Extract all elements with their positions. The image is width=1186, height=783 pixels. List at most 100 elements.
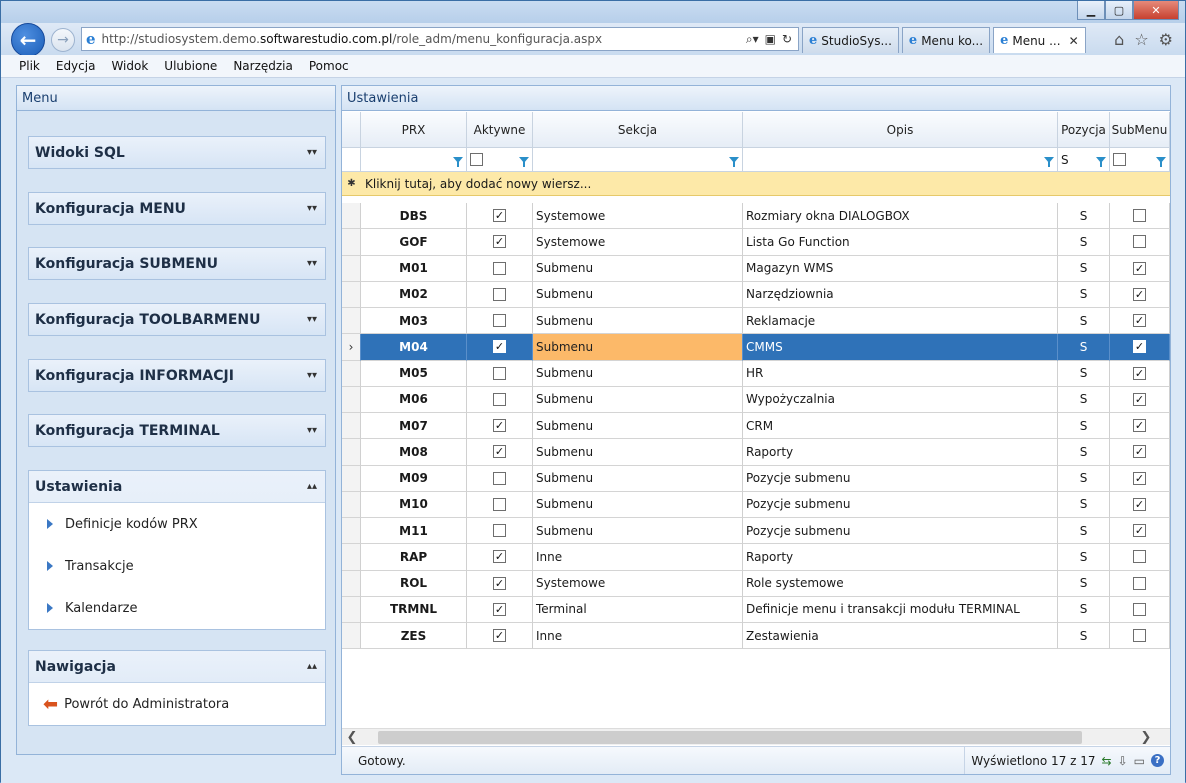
table-row[interactable]: M01 Submenu Magazyn WMS S ✓	[342, 255, 1170, 282]
cell-opis[interactable]: CRM	[743, 413, 1058, 440]
chevron-down-icon[interactable]: ▾▾	[307, 425, 317, 436]
cell-aktywne[interactable]: ✓	[467, 229, 533, 256]
compat-view-icon[interactable]: ▣	[765, 32, 776, 47]
chevron-down-icon[interactable]: ▾▾	[307, 147, 317, 158]
url-text[interactable]: http://studiosystem.demo.softwarestudio.…	[102, 32, 746, 46]
column-header-aktywne[interactable]: Aktywne	[467, 112, 533, 148]
submenu-checkbox[interactable]: ✓	[1133, 497, 1146, 511]
cell-aktywne[interactable]: ✓	[467, 544, 533, 571]
accordion-header[interactable]: Konfiguracja TOOLBARMENU ▾▾	[29, 304, 325, 335]
cell-pozycja[interactable]: S	[1058, 281, 1110, 308]
cell-opis[interactable]: Magazyn WMS	[743, 255, 1058, 282]
menu-item[interactable]: Narzędzia	[233, 59, 293, 73]
aktywne-checkbox[interactable]	[493, 497, 506, 511]
chevron-down-icon[interactable]: ▾▾	[307, 203, 317, 214]
submenu-checkbox[interactable]: ✓	[1133, 392, 1146, 406]
accordion-section[interactable]: Konfiguracja SUBMENU ▾▾	[28, 247, 326, 280]
cell-sekcja[interactable]: Systemowe	[533, 570, 743, 597]
cell-pozycja[interactable]: S	[1058, 439, 1110, 466]
submenu-checkbox[interactable]: ✓	[1133, 524, 1146, 538]
accordion-section[interactable]: Konfiguracja TERMINAL ▾▾	[28, 414, 326, 447]
home-icon[interactable]: ⌂	[1114, 30, 1124, 49]
cell-pozycja[interactable]: S	[1058, 255, 1110, 282]
table-row[interactable]: ZES ✓ Inne Zestawienia S	[342, 623, 1170, 650]
cell-opis[interactable]: HR	[743, 360, 1058, 387]
chevron-down-icon[interactable]: ▾▾	[307, 370, 317, 381]
cell-sekcja[interactable]: Submenu	[533, 518, 743, 545]
submenu-checkbox[interactable]: ✓	[1133, 340, 1146, 354]
cell-sekcja[interactable]: Submenu	[533, 308, 743, 335]
add-new-row[interactable]: ✱ Kliknij tutaj, aby dodać nowy wiersz...	[342, 172, 1170, 196]
submenu-checkbox[interactable]	[1133, 602, 1146, 616]
submenu-checkbox[interactable]: ✓	[1133, 314, 1146, 328]
scroll-right-icon[interactable]: ❯	[1136, 730, 1156, 745]
submenu-checkbox[interactable]: ✓	[1133, 287, 1146, 301]
cell-pozycja[interactable]: S	[1058, 596, 1110, 623]
scroll-left-icon[interactable]: ❮	[342, 730, 362, 745]
cell-prx[interactable]: DBS	[361, 203, 467, 230]
accordion-header[interactable]: Nawigacja ▴▴	[29, 651, 325, 682]
cell-sekcja[interactable]: Submenu	[533, 386, 743, 413]
aktywne-checkbox[interactable]: ✓	[493, 340, 506, 354]
table-row[interactable]: RAP ✓ Inne Raporty S	[342, 544, 1170, 571]
filter-cell-sekcja[interactable]	[533, 148, 743, 172]
add-row-label[interactable]: Kliknij tutaj, aby dodać nowy wiersz...	[361, 172, 1161, 195]
filter-icon[interactable]	[1044, 156, 1054, 167]
cell-opis[interactable]: Raporty	[743, 544, 1058, 571]
menu-item[interactable]: Ulubione	[164, 59, 217, 73]
cell-pozycja[interactable]: S	[1058, 308, 1110, 335]
menu-item[interactable]: Pomoc	[309, 59, 349, 73]
close-button[interactable]: ✕	[1133, 1, 1179, 20]
table-row[interactable]: › M04 ✓ Submenu CMMS S ✓	[342, 334, 1170, 361]
menu-item[interactable]: Widok	[111, 59, 148, 73]
refresh-data-icon[interactable]: ⇆	[1102, 754, 1112, 768]
cell-submenu[interactable]: ✓	[1110, 518, 1170, 545]
cell-prx[interactable]: RAP	[361, 544, 467, 571]
cell-sekcja[interactable]: Submenu	[533, 360, 743, 387]
cell-aktywne[interactable]: ✓	[467, 623, 533, 650]
accordion-header[interactable]: Konfiguracja SUBMENU ▾▾	[29, 248, 325, 279]
back-button[interactable]: ←	[11, 23, 45, 57]
cell-sekcja[interactable]: Submenu	[533, 439, 743, 466]
cell-pozycja[interactable]: S	[1058, 465, 1110, 492]
table-row[interactable]: GOF ✓ Systemowe Lista Go Function S	[342, 229, 1170, 256]
aktywne-checkbox[interactable]	[493, 524, 506, 538]
cell-prx[interactable]: GOF	[361, 229, 467, 256]
aktywne-checkbox[interactable]: ✓	[493, 629, 506, 643]
accordion-header[interactable]: Widoki SQL ▾▾	[29, 137, 325, 168]
aktywne-checkbox[interactable]	[493, 314, 506, 328]
filter-icon[interactable]	[729, 156, 739, 167]
aktywne-checkbox[interactable]	[493, 287, 506, 301]
horizontal-scrollbar[interactable]: ❮ ❯	[342, 728, 1170, 745]
cell-submenu[interactable]: ✓	[1110, 308, 1170, 335]
submenu-checkbox[interactable]	[1133, 235, 1146, 249]
cell-prx[interactable]: TRMNL	[361, 596, 467, 623]
cell-pozycja[interactable]: S	[1058, 203, 1110, 230]
export-icon[interactable]: ⇩	[1118, 754, 1128, 768]
cell-aktywne[interactable]	[467, 360, 533, 387]
submenu-checkbox[interactable]	[1133, 629, 1146, 643]
table-row[interactable]: M05 Submenu HR S ✓	[342, 360, 1170, 387]
column-header-submenu[interactable]: SubMenu	[1110, 112, 1170, 148]
submenu-checkbox[interactable]: ✓	[1133, 261, 1146, 275]
browser-tab[interactable]: e StudioSys...	[802, 27, 899, 53]
print-icon[interactable]: ▭	[1134, 754, 1145, 768]
cell-opis[interactable]: Role systemowe	[743, 570, 1058, 597]
favorites-star-icon[interactable]: ☆	[1134, 30, 1148, 49]
cell-sekcja[interactable]: Submenu	[533, 491, 743, 518]
cell-submenu[interactable]	[1110, 623, 1170, 650]
menu-item[interactable]: Edycja	[56, 59, 96, 73]
submenu-checkbox[interactable]	[1133, 209, 1146, 223]
nav-link[interactable]: Transakcje	[29, 545, 325, 587]
cell-sekcja[interactable]: Submenu	[533, 334, 743, 361]
cell-sekcja[interactable]: Submenu	[533, 413, 743, 440]
filter-cell-pozycja[interactable]: S	[1058, 148, 1110, 172]
column-header-opis[interactable]: Opis	[743, 112, 1058, 148]
column-header-sekcja[interactable]: Sekcja	[533, 112, 743, 148]
help-icon[interactable]: ?	[1151, 753, 1164, 767]
cell-prx[interactable]: ROL	[361, 570, 467, 597]
submenu-checkbox[interactable]: ✓	[1133, 445, 1146, 459]
cell-aktywne[interactable]	[467, 281, 533, 308]
chevron-up-icon[interactable]: ▴▴	[307, 661, 317, 672]
table-row[interactable]: TRMNL ✓ Terminal Definicje menu i transakcj…	[342, 596, 1170, 623]
